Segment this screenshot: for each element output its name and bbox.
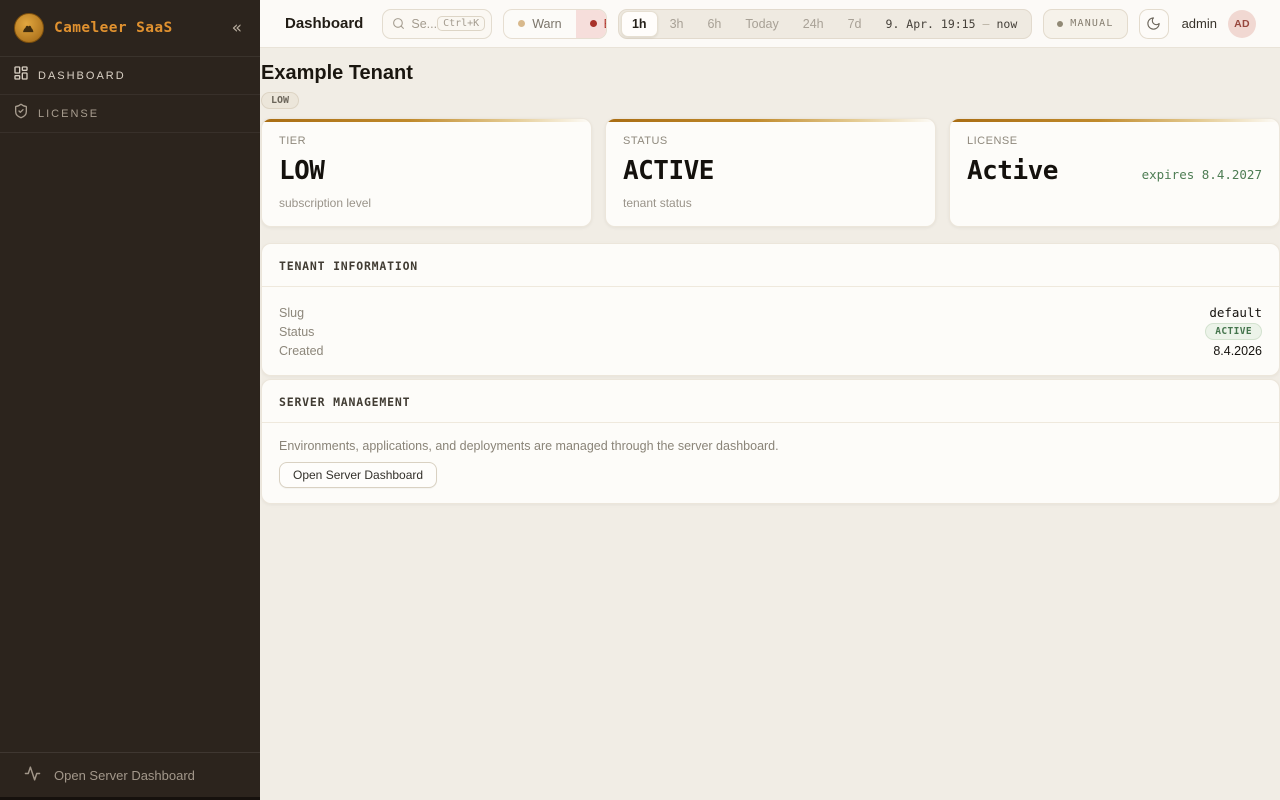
info-row-created: Created 8.4.2026: [279, 341, 1262, 360]
warn-filter-label: Warn: [532, 17, 561, 31]
top-bar: Dashboard Se... Ctrl+K Warn Error 1h 3h …: [260, 0, 1280, 48]
card-label: TIER: [279, 135, 574, 147]
warn-dot-icon: [518, 20, 525, 27]
open-server-dashboard-button[interactable]: Open Server Dashboard: [279, 462, 437, 488]
tier-badge: LOW: [261, 92, 299, 109]
card-label: STATUS: [623, 135, 918, 147]
info-row-slug: Slug default: [279, 303, 1262, 322]
top-bar-right: MANUAL admin AD: [1043, 9, 1256, 39]
section-title: SERVER MANAGEMENT: [262, 380, 1279, 423]
refresh-mode-button[interactable]: MANUAL: [1043, 9, 1127, 39]
stat-cards: TIER LOW subscription level STATUS ACTIV…: [261, 118, 1280, 227]
refresh-mode-label: MANUAL: [1070, 18, 1113, 29]
page-header-title: Dashboard: [285, 15, 363, 32]
time-range-7d-button[interactable]: 7d: [836, 11, 874, 37]
card-label: LICENSE: [967, 135, 1262, 147]
info-row-status: Status ACTIVE: [279, 322, 1262, 341]
sidebar-item-label: DASHBOARD: [38, 70, 126, 82]
sidebar-open-server-dashboard[interactable]: Open Server Dashboard: [0, 752, 260, 797]
sidebar-spacer: [0, 133, 260, 752]
error-dot-icon: [590, 20, 597, 27]
dark-mode-toggle[interactable]: [1139, 9, 1169, 39]
error-filter-label: Error: [604, 17, 607, 31]
sidebar-footer-label: Open Server Dashboard: [54, 768, 195, 783]
activity-icon: [24, 765, 41, 785]
content-area: Example Tenant LOW TIER LOW subscription…: [260, 48, 1280, 504]
card-value: ACTIVE: [623, 156, 714, 186]
status-card: STATUS ACTIVE tenant status: [605, 118, 936, 227]
time-range-6h-button[interactable]: 6h: [695, 11, 733, 37]
license-expiry: expires 8.4.2027: [1142, 167, 1262, 182]
brand-title: Cameleer SaaS: [54, 20, 173, 36]
info-value: default: [1209, 305, 1262, 320]
card-caption: subscription level: [279, 196, 574, 210]
search-input[interactable]: Se... Ctrl+K: [382, 9, 492, 39]
card-value: Active: [967, 156, 1058, 186]
time-range-display[interactable]: 9. Apr. 19:15 — now: [874, 17, 1030, 31]
server-management-description: Environments, applications, and deployme…: [279, 439, 1262, 453]
sidebar-item-license[interactable]: LICENSE: [0, 95, 260, 133]
moon-icon: [1146, 16, 1161, 31]
info-label: Slug: [279, 306, 304, 320]
sidebar-item-dashboard[interactable]: DASHBOARD: [0, 57, 260, 95]
time-to: now: [996, 17, 1017, 31]
status-badge: ACTIVE: [1205, 323, 1262, 340]
log-level-filter-group: Warn Error: [503, 9, 607, 39]
info-label: Created: [279, 344, 323, 358]
info-label: Status: [279, 325, 314, 339]
sidebar-nav: DASHBOARD LICENSE: [0, 57, 260, 133]
time-from: 9. Apr. 19:15: [886, 17, 976, 31]
shield-check-icon: [13, 103, 29, 124]
search-shortcut-chip: Ctrl+K: [437, 16, 485, 31]
avatar[interactable]: AD: [1228, 10, 1256, 38]
time-separator: —: [983, 17, 990, 31]
refresh-dot-icon: [1057, 21, 1063, 27]
sidebar-header: Cameleer SaaS «: [0, 0, 260, 57]
user-name: admin: [1182, 16, 1217, 31]
time-range-24h-button[interactable]: 24h: [791, 11, 836, 37]
warn-filter-button[interactable]: Warn: [504, 10, 575, 38]
search-icon: [392, 17, 405, 30]
time-range-3h-button[interactable]: 3h: [658, 11, 696, 37]
sidebar-collapse-button[interactable]: «: [228, 18, 246, 39]
info-value: 8.4.2026: [1213, 344, 1262, 358]
time-range-today-button[interactable]: Today: [733, 11, 790, 37]
page-title: Example Tenant: [261, 62, 1280, 85]
main-area: Dashboard Se... Ctrl+K Warn Error 1h 3h …: [260, 0, 1280, 800]
license-card: LICENSE Active expires 8.4.2027: [949, 118, 1280, 227]
section-title: TENANT INFORMATION: [262, 244, 1279, 287]
time-range-1h-button[interactable]: 1h: [621, 11, 658, 37]
time-range-group: 1h 3h 6h Today 24h 7d 9. Apr. 19:15 — no…: [618, 9, 1032, 39]
search-placeholder: Se...: [411, 17, 437, 31]
card-value: LOW: [279, 156, 324, 186]
error-filter-button[interactable]: Error: [576, 10, 607, 38]
tenant-information-section: TENANT INFORMATION Slug default Status A…: [261, 243, 1280, 376]
camel-logo-icon: [14, 13, 44, 43]
tier-card: TIER LOW subscription level: [261, 118, 592, 227]
dashboard-grid-icon: [13, 65, 29, 86]
card-caption: tenant status: [623, 196, 918, 210]
sidebar-item-label: LICENSE: [38, 108, 99, 120]
server-management-section: SERVER MANAGEMENT Environments, applicat…: [261, 379, 1280, 504]
sidebar: Cameleer SaaS « DASHBOARD LICENSE: [0, 0, 260, 800]
